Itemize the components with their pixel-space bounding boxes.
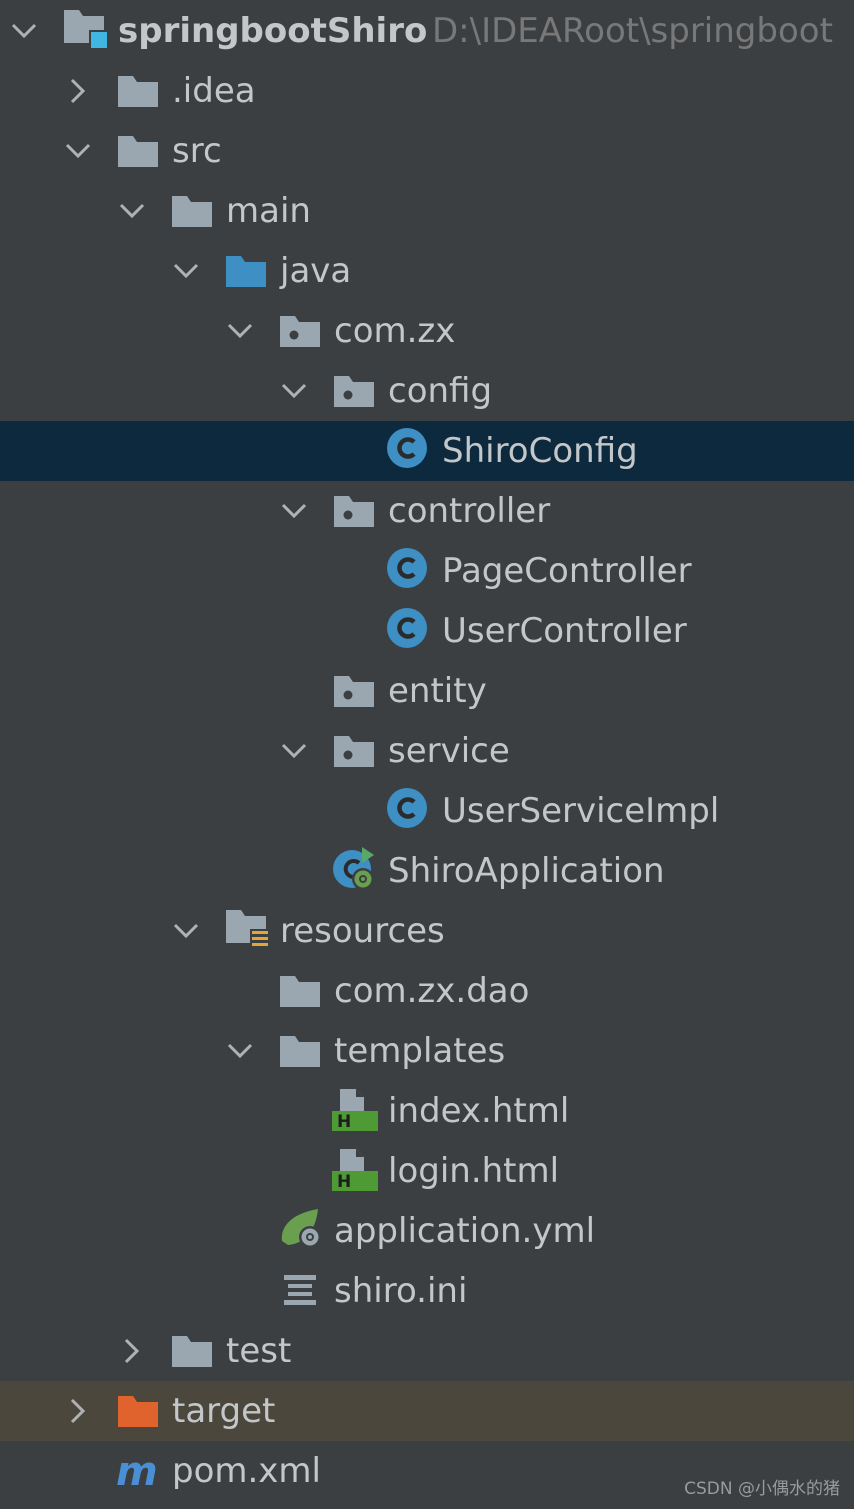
html-file-icon: H	[332, 1147, 378, 1192]
tree-row-shiroapplication[interactable]: ShiroApplication	[0, 841, 854, 901]
package-icon	[332, 731, 376, 771]
tree-row-label: .idea	[172, 71, 256, 111]
tree-row-main[interactable]: main	[0, 181, 854, 241]
tree-row-label: src	[172, 131, 222, 171]
tree-row-label: controller	[388, 491, 551, 531]
chevron-down-icon[interactable]	[10, 17, 38, 45]
chevron-right-icon[interactable]	[64, 1397, 92, 1425]
folder-icon	[116, 131, 160, 171]
source-folder-icon	[224, 251, 268, 291]
package-icon	[332, 371, 376, 411]
tree-row-label: index.html	[388, 1091, 570, 1131]
tree-row-com-zx[interactable]: com.zx	[0, 301, 854, 361]
chevron-down-icon[interactable]	[280, 377, 308, 405]
tree-row-index-html[interactable]: Hindex.html	[0, 1081, 854, 1141]
tree-row-label: target	[172, 1391, 276, 1431]
tree-row-label: application.yml	[334, 1211, 596, 1251]
tree-row-label: entity	[388, 671, 487, 711]
tree-row-label: login.html	[388, 1151, 560, 1191]
package-icon	[332, 491, 376, 531]
tree-row-entity[interactable]: entity	[0, 661, 854, 721]
tree-row-label: com.zx	[334, 311, 456, 351]
resources-folder-icon	[224, 907, 270, 949]
folder-icon	[116, 71, 160, 111]
chevron-down-icon[interactable]	[226, 317, 254, 345]
spring-boot-app-icon	[332, 847, 376, 890]
tree-row-label: service	[388, 731, 510, 771]
chevron-down-icon[interactable]	[226, 1037, 254, 1065]
package-icon	[278, 311, 322, 351]
maven-icon: m	[116, 1449, 160, 1495]
svg-text:H: H	[337, 1112, 351, 1131]
chevron-down-icon[interactable]	[118, 197, 146, 225]
excluded-folder-icon	[116, 1391, 160, 1431]
chevron-down-icon[interactable]	[280, 737, 308, 765]
spring-yml-icon	[278, 1207, 322, 1248]
tree-row-idea[interactable]: .idea	[0, 61, 854, 121]
html-file-icon: H	[332, 1087, 378, 1132]
folder-icon	[278, 1031, 322, 1071]
tree-row-label: springbootShiro	[118, 11, 428, 51]
tree-row-label: ShiroApplication	[388, 851, 665, 891]
tree-row-springbootshiro[interactable]: springbootShiro D:\IDEARoot\springboot	[0, 1, 854, 61]
chevron-down-icon[interactable]	[64, 137, 92, 165]
class-icon	[386, 427, 430, 468]
class-icon	[386, 547, 430, 588]
tree-row-label: templates	[334, 1031, 506, 1071]
tree-row-label: UserController	[442, 611, 687, 651]
watermark: CSDN @小偶水的猪	[684, 1479, 840, 1499]
project-tree[interactable]: springbootShiro D:\IDEARoot\springboot .id…	[0, 1, 854, 1501]
tree-row-label: resources	[280, 911, 445, 951]
chevron-right-icon[interactable]	[64, 77, 92, 105]
tree-row-label: shiro.ini	[334, 1271, 468, 1311]
folder-icon	[278, 971, 322, 1011]
tree-row-label: config	[388, 371, 493, 411]
class-icon	[386, 787, 430, 828]
tree-row-label: pom.xml	[172, 1451, 321, 1491]
tree-row-label: java	[280, 251, 352, 291]
tree-row-resources[interactable]: resources	[0, 901, 854, 961]
tree-row-login-html[interactable]: Hlogin.html	[0, 1141, 854, 1201]
tree-row-com-zx-dao[interactable]: com.zx.dao	[0, 961, 854, 1021]
chevron-down-icon[interactable]	[172, 917, 200, 945]
tree-row-service[interactable]: service	[0, 721, 854, 781]
tree-row-userserviceimpl[interactable]: UserServiceImpl	[0, 781, 854, 841]
tree-row-config[interactable]: config	[0, 361, 854, 421]
chevron-down-icon[interactable]	[172, 257, 200, 285]
tree-row-label: com.zx.dao	[334, 971, 530, 1011]
chevron-right-icon[interactable]	[118, 1337, 146, 1365]
tree-row-java[interactable]: java	[0, 241, 854, 301]
tree-row-application-yml[interactable]: application.yml	[0, 1201, 854, 1261]
folder-icon	[170, 1331, 214, 1371]
folder-icon	[170, 191, 214, 231]
svg-text:H: H	[337, 1172, 351, 1191]
tree-row-label: test	[226, 1331, 292, 1371]
tree-row-shiroconfig[interactable]: ShiroConfig	[0, 421, 854, 481]
tree-row-label: ShiroConfig	[442, 431, 638, 471]
tree-row-test[interactable]: test	[0, 1321, 854, 1381]
tree-row-shiro-ini[interactable]: shiro.ini	[0, 1261, 854, 1321]
class-icon	[386, 607, 430, 648]
tree-row-src[interactable]: src	[0, 121, 854, 181]
project-path: D:\IDEARoot\springboot	[432, 11, 833, 51]
tree-row-target[interactable]: target	[0, 1381, 854, 1441]
tree-row-usercontroller[interactable]: UserController	[0, 601, 854, 661]
tree-row-label: main	[226, 191, 311, 231]
tree-row-pagecontroller[interactable]: PageController	[0, 541, 854, 601]
svg-text:m: m	[116, 1451, 158, 1491]
module-icon	[62, 7, 109, 50]
tree-row-label: UserServiceImpl	[442, 791, 720, 831]
tree-row-label: PageController	[442, 551, 692, 591]
ini-file-icon	[278, 1271, 322, 1311]
tree-row-templates[interactable]: templates	[0, 1021, 854, 1081]
chevron-down-icon[interactable]	[280, 497, 308, 525]
package-icon	[332, 671, 376, 711]
tree-row-controller[interactable]: controller	[0, 481, 854, 541]
